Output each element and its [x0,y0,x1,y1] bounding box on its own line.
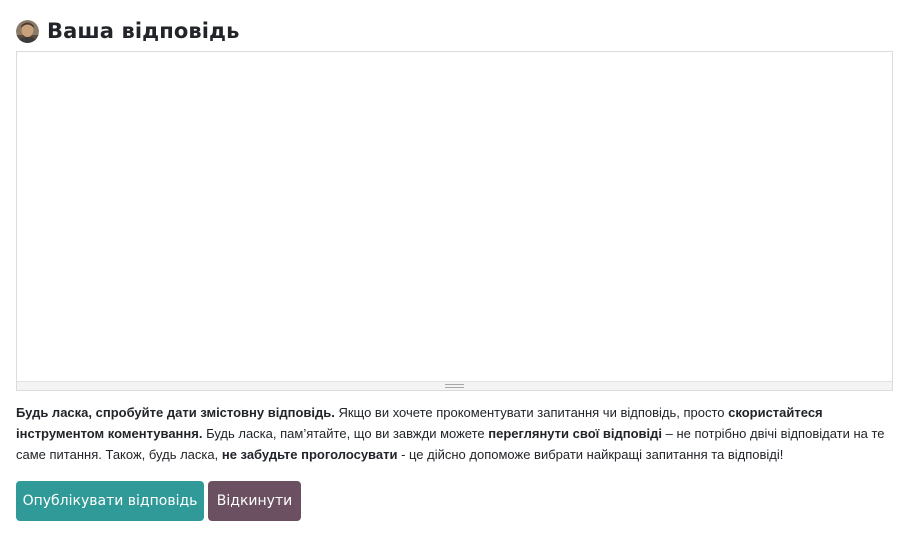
resize-grip-icon [444,384,464,388]
answer-header: Ваша відповідь [16,16,239,46]
post-answer-button[interactable]: Опублікувати відповідь [16,481,204,521]
answer-textarea[interactable] [17,52,892,381]
guideline-text: Якщо ви хочете прокоментувати запитання … [334,405,729,420]
editor-resize-handle[interactable] [17,381,892,390]
guideline-text: - це дійсно допоможе вибрати найкращі за… [397,447,784,462]
guideline-bold-text: переглянути свої відповіді [488,426,663,441]
guideline-bold-text: не забудьте проголосувати [221,447,398,462]
answer-heading: Ваша відповідь [47,19,240,43]
guideline-text: Будь ласка, пам’ятайте, що ви завжди мож… [202,426,489,441]
discard-button[interactable]: Відкинути [208,481,301,521]
guideline-bold-text: Будь ласка, спробуйте дати змістовну від… [16,405,335,420]
answer-editor [16,51,893,391]
answer-guidelines: Будь ласка, спробуйте дати змістовну від… [16,402,900,465]
user-avatar[interactable] [16,19,39,43]
